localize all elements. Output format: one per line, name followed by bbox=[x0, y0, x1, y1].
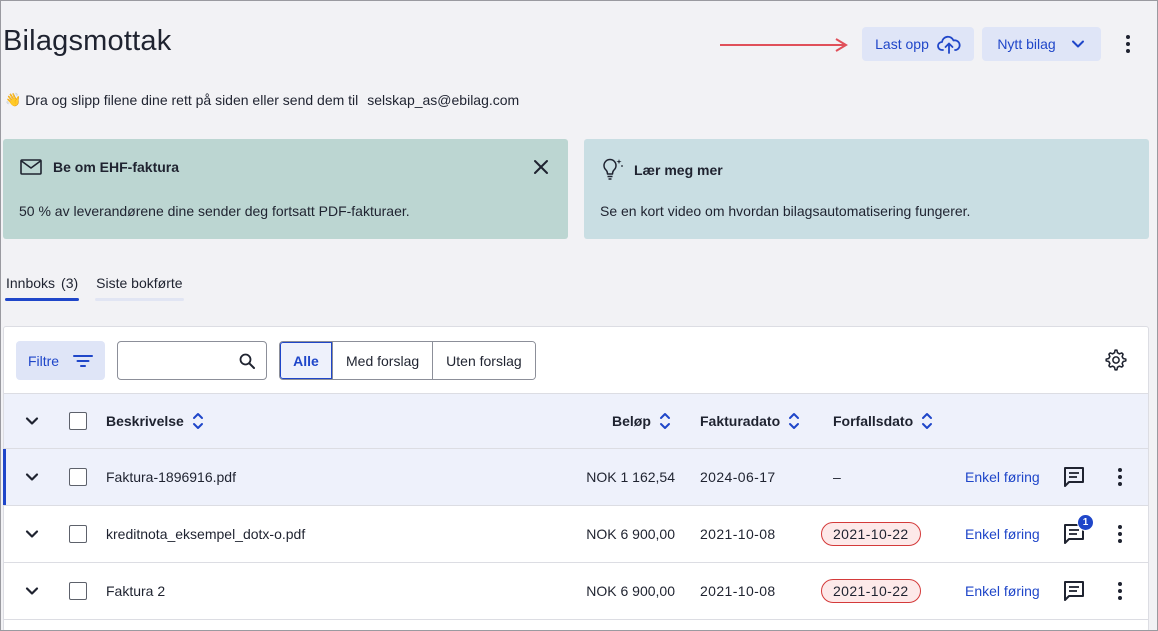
row-more-options-icon[interactable] bbox=[1112, 580, 1128, 602]
upload-button-label: Last opp bbox=[875, 36, 929, 52]
sort-icon[interactable] bbox=[192, 411, 204, 431]
more-options-icon[interactable] bbox=[1118, 33, 1138, 55]
column-invoice-date[interactable]: Fakturadato bbox=[700, 394, 800, 448]
ehf-card-title: Be om EHF-faktura bbox=[53, 159, 180, 175]
drop-hint: 👋 Dra og slipp filene dine rett på siden… bbox=[5, 92, 519, 108]
voucher-table-panel: Filtre Alle Med forslag Uten forslag Bes… bbox=[3, 326, 1149, 630]
row-invoice-date: 2021-10-08 bbox=[700, 583, 776, 599]
segment-all[interactable]: Alle bbox=[280, 342, 332, 379]
row-description: Faktura 2 bbox=[106, 583, 166, 599]
row-due-date: – bbox=[833, 469, 841, 485]
search-input[interactable] bbox=[126, 350, 236, 372]
simple-posting-link[interactable]: Enkel føring bbox=[965, 506, 1040, 562]
inbox-tabs: Innboks (3) Siste bokførte bbox=[5, 273, 184, 301]
search-field[interactable] bbox=[117, 341, 267, 380]
row-checkbox[interactable] bbox=[69, 468, 87, 486]
ehf-card-header: Be om EHF-faktura bbox=[19, 157, 179, 177]
column-due-date-label: Forfallsdato bbox=[833, 413, 914, 429]
learn-more-card[interactable]: Lær meg mer Se en kort video om hvordan … bbox=[584, 139, 1149, 239]
search-icon[interactable] bbox=[238, 352, 256, 370]
drop-hint-text: Dra og slipp filene dine rett på siden e… bbox=[25, 92, 359, 108]
learn-card-header: Lær meg mer bbox=[598, 157, 723, 183]
filter-button[interactable]: Filtre bbox=[16, 341, 105, 380]
suggestion-filter-segment: Alle Med forslag Uten forslag bbox=[279, 341, 536, 380]
row-more-options-icon[interactable] bbox=[1112, 466, 1128, 488]
simple-posting-link[interactable]: Enkel føring bbox=[965, 563, 1040, 619]
row-invoice-date: 2024-06-17 bbox=[700, 469, 776, 485]
select-all-checkbox[interactable] bbox=[69, 412, 87, 430]
segment-with-suggestions[interactable]: Med forslag bbox=[332, 342, 433, 379]
new-voucher-button[interactable]: Nytt bilag bbox=[982, 27, 1101, 61]
waving-hand-icon: 👋 bbox=[5, 92, 22, 107]
upload-button[interactable]: Last opp bbox=[862, 27, 974, 61]
chevron-down-icon[interactable] bbox=[24, 413, 40, 429]
row-invoice-date: 2021-10-08 bbox=[700, 526, 776, 542]
column-description-label: Beskrivelse bbox=[106, 413, 184, 429]
column-amount-label: Beløp bbox=[612, 413, 651, 429]
sort-icon[interactable] bbox=[921, 411, 933, 431]
row-checkbox[interactable] bbox=[69, 525, 87, 543]
row-amount: NOK 6 900,00 bbox=[586, 526, 675, 542]
column-description[interactable]: Beskrivelse bbox=[106, 394, 204, 448]
row-amount: NOK 6 900,00 bbox=[586, 583, 675, 599]
chevron-down-icon[interactable] bbox=[24, 583, 40, 599]
learn-card-title: Lær meg mer bbox=[634, 162, 723, 178]
learn-card-body: Se en kort video om hvordan bilagsautoma… bbox=[600, 203, 971, 219]
tab-recently-posted-label: Siste bokførte bbox=[96, 275, 183, 291]
column-invoice-date-label: Fakturadato bbox=[700, 413, 781, 429]
segment-without-suggestions[interactable]: Uten forslag bbox=[432, 342, 535, 379]
page-title: Bilagsmottak bbox=[3, 25, 172, 57]
overdue-date-badge: 2021-10-22 bbox=[821, 579, 921, 603]
chevron-down-icon bbox=[1071, 40, 1084, 48]
sort-icon[interactable] bbox=[788, 411, 800, 431]
tab-inbox-count: (3) bbox=[61, 275, 79, 291]
new-voucher-label: Nytt bilag bbox=[997, 36, 1056, 52]
tab-recently-posted[interactable]: Siste bokførte bbox=[95, 273, 184, 301]
ehf-card-body: 50 % av leverandørene dine sender deg fo… bbox=[19, 203, 410, 219]
row-more-options-icon[interactable] bbox=[1112, 523, 1128, 545]
table-row[interactable]: Faktura 2 NOK 6 900,00 2021-10-08 2021-1… bbox=[4, 563, 1148, 620]
comment-count-badge: 1 bbox=[1077, 514, 1094, 531]
row-description: kreditnota_eksempel_dotx-o.pdf bbox=[106, 526, 306, 542]
row-amount: NOK 1 162,54 bbox=[586, 469, 675, 485]
comment-icon[interactable]: 1 bbox=[1062, 514, 1094, 546]
table-row[interactable]: Faktura-1896916.pdf NOK 1 162,54 2024-06… bbox=[3, 449, 1148, 506]
inbox-email: selskap_as@ebilag.com bbox=[367, 92, 520, 108]
filter-icon bbox=[73, 354, 94, 367]
sort-icon[interactable] bbox=[659, 411, 671, 431]
expand-all-toggle[interactable] bbox=[24, 394, 40, 448]
table-header: Beskrivelse Beløp Fakturadato Forfallsda… bbox=[4, 393, 1148, 449]
column-amount[interactable]: Beløp bbox=[612, 394, 671, 448]
chevron-down-icon[interactable] bbox=[24, 526, 40, 542]
comment-icon[interactable] bbox=[1062, 579, 1086, 603]
cloud-upload-icon bbox=[936, 35, 961, 54]
table-toolbar: Filtre Alle Med forslag Uten forslag bbox=[4, 327, 1148, 393]
row-checkbox[interactable] bbox=[69, 582, 87, 600]
gear-icon[interactable] bbox=[1105, 349, 1127, 371]
app-window: Bilagsmottak Last opp Nytt bilag 👋 Dra o… bbox=[0, 0, 1158, 631]
table-row[interactable]: kreditnota_eksempel_dotx-o.pdf NOK 6 900… bbox=[4, 506, 1148, 563]
column-due-date[interactable]: Forfallsdato bbox=[833, 394, 933, 448]
tab-inbox[interactable]: Innboks (3) bbox=[5, 273, 80, 301]
envelope-icon bbox=[20, 159, 42, 175]
ehf-info-card: Be om EHF-faktura 50 % av leverandørene … bbox=[3, 139, 568, 239]
chevron-down-icon[interactable] bbox=[24, 469, 40, 485]
simple-posting-link[interactable]: Enkel føring bbox=[965, 449, 1040, 505]
comment-icon[interactable] bbox=[1062, 465, 1086, 489]
overdue-date-badge: 2021-10-22 bbox=[821, 522, 921, 546]
row-description: Faktura-1896916.pdf bbox=[106, 469, 236, 485]
tab-inbox-label: Innboks bbox=[6, 275, 56, 291]
lightbulb-icon bbox=[603, 158, 623, 180]
close-icon[interactable] bbox=[532, 158, 550, 176]
annotation-arrow bbox=[720, 38, 848, 52]
filter-button-label: Filtre bbox=[27, 352, 60, 369]
